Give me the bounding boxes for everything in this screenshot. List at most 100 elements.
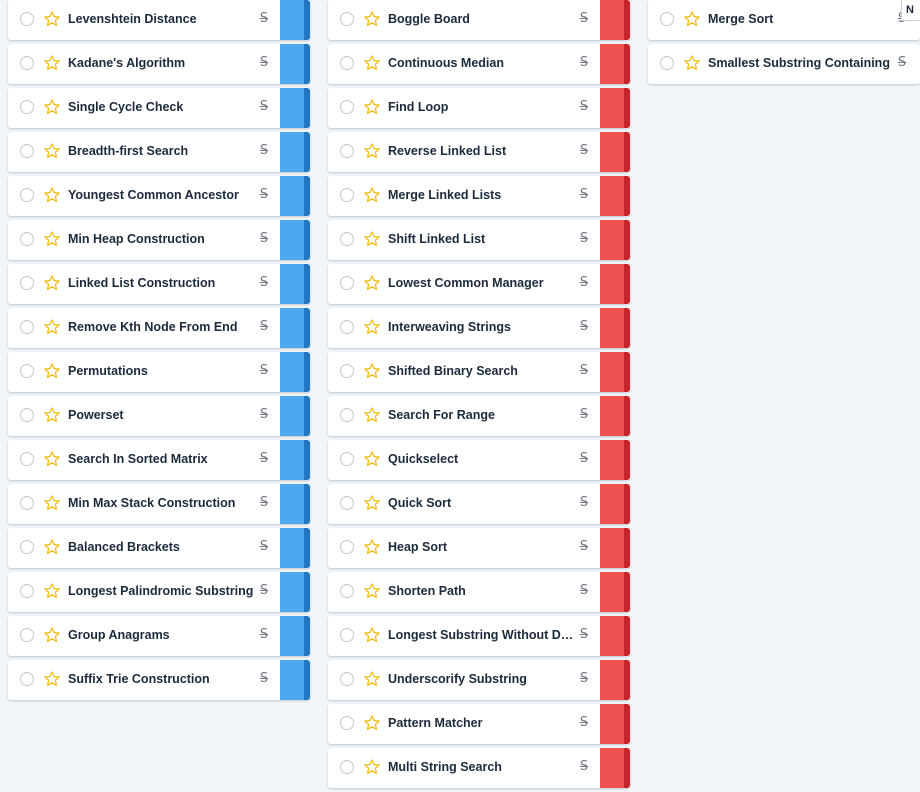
- completion-circle-icon[interactable]: [660, 56, 674, 70]
- star-icon[interactable]: [363, 318, 381, 336]
- star-icon[interactable]: [43, 582, 61, 600]
- completion-circle-icon[interactable]: [20, 100, 34, 114]
- strikethrough-icon[interactable]: S: [576, 582, 592, 600]
- completion-circle-icon[interactable]: [340, 672, 354, 686]
- star-icon[interactable]: [363, 758, 381, 776]
- question-card[interactable]: Min Heap Construction S: [8, 220, 310, 260]
- question-card[interactable]: Kadane's Algorithm S: [8, 44, 310, 84]
- strikethrough-icon[interactable]: S: [256, 186, 272, 204]
- star-icon[interactable]: [43, 362, 61, 380]
- question-card[interactable]: Powerset S: [8, 396, 310, 436]
- strikethrough-icon[interactable]: S: [256, 54, 272, 72]
- completion-circle-icon[interactable]: [660, 12, 674, 26]
- completion-circle-icon[interactable]: [20, 584, 34, 598]
- star-icon[interactable]: [363, 714, 381, 732]
- question-card[interactable]: Linked List Construction S: [8, 264, 310, 304]
- completion-circle-icon[interactable]: [340, 408, 354, 422]
- strikethrough-icon[interactable]: S: [576, 142, 592, 160]
- question-card[interactable]: Pattern Matcher S: [328, 704, 630, 744]
- star-icon[interactable]: [43, 54, 61, 72]
- star-icon[interactable]: [363, 10, 381, 28]
- completion-circle-icon[interactable]: [340, 12, 354, 26]
- strikethrough-icon[interactable]: S: [576, 406, 592, 424]
- star-icon[interactable]: [363, 450, 381, 468]
- strikethrough-icon[interactable]: S: [256, 318, 272, 336]
- strikethrough-icon[interactable]: S: [576, 362, 592, 380]
- completion-circle-icon[interactable]: [340, 628, 354, 642]
- strikethrough-icon[interactable]: S: [256, 626, 272, 644]
- strikethrough-icon[interactable]: S: [256, 670, 272, 688]
- star-icon[interactable]: [363, 582, 381, 600]
- completion-circle-icon[interactable]: [340, 540, 354, 554]
- question-card[interactable]: Longest Substring Without Du... S: [328, 616, 630, 656]
- star-icon[interactable]: [363, 98, 381, 116]
- question-card[interactable]: Single Cycle Check S: [8, 88, 310, 128]
- star-icon[interactable]: [363, 406, 381, 424]
- question-card[interactable]: Shorten Path S: [328, 572, 630, 612]
- strikethrough-icon[interactable]: S: [576, 10, 592, 28]
- star-icon[interactable]: [363, 54, 381, 72]
- question-card[interactable]: Lowest Common Manager S: [328, 264, 630, 304]
- star-icon[interactable]: [43, 274, 61, 292]
- completion-circle-icon[interactable]: [20, 56, 34, 70]
- question-card[interactable]: Levenshtein Distance S: [8, 0, 310, 40]
- question-card[interactable]: Longest Palindromic Substring S: [8, 572, 310, 612]
- completion-circle-icon[interactable]: [20, 408, 34, 422]
- star-icon[interactable]: [363, 626, 381, 644]
- strikethrough-icon[interactable]: S: [256, 274, 272, 292]
- completion-circle-icon[interactable]: [20, 232, 34, 246]
- star-icon[interactable]: [363, 494, 381, 512]
- star-icon[interactable]: [363, 274, 381, 292]
- strikethrough-icon[interactable]: S: [894, 54, 910, 72]
- star-icon[interactable]: [683, 10, 701, 28]
- corner-tab[interactable]: N: [901, 0, 920, 21]
- completion-circle-icon[interactable]: [340, 760, 354, 774]
- question-card[interactable]: Quick Sort S: [328, 484, 630, 524]
- strikethrough-icon[interactable]: S: [256, 406, 272, 424]
- strikethrough-icon[interactable]: S: [256, 494, 272, 512]
- completion-circle-icon[interactable]: [20, 452, 34, 466]
- star-icon[interactable]: [43, 142, 61, 160]
- star-icon[interactable]: [43, 494, 61, 512]
- question-card[interactable]: Merge Linked Lists S: [328, 176, 630, 216]
- completion-circle-icon[interactable]: [20, 320, 34, 334]
- star-icon[interactable]: [43, 626, 61, 644]
- strikethrough-icon[interactable]: S: [256, 450, 272, 468]
- question-card[interactable]: Boggle Board S: [328, 0, 630, 40]
- strikethrough-icon[interactable]: S: [576, 494, 592, 512]
- completion-circle-icon[interactable]: [20, 496, 34, 510]
- completion-circle-icon[interactable]: [340, 188, 354, 202]
- question-card[interactable]: Shifted Binary Search S: [328, 352, 630, 392]
- question-card[interactable]: Balanced Brackets S: [8, 528, 310, 568]
- star-icon[interactable]: [363, 362, 381, 380]
- strikethrough-icon[interactable]: S: [576, 54, 592, 72]
- star-icon[interactable]: [363, 142, 381, 160]
- strikethrough-icon[interactable]: S: [256, 10, 272, 28]
- completion-circle-icon[interactable]: [340, 364, 354, 378]
- star-icon[interactable]: [683, 54, 701, 72]
- star-icon[interactable]: [43, 230, 61, 248]
- strikethrough-icon[interactable]: S: [256, 142, 272, 160]
- question-card[interactable]: Group Anagrams S: [8, 616, 310, 656]
- completion-circle-icon[interactable]: [20, 188, 34, 202]
- strikethrough-icon[interactable]: S: [576, 450, 592, 468]
- star-icon[interactable]: [43, 10, 61, 28]
- completion-circle-icon[interactable]: [20, 672, 34, 686]
- strikethrough-icon[interactable]: S: [256, 362, 272, 380]
- strikethrough-icon[interactable]: S: [576, 274, 592, 292]
- completion-circle-icon[interactable]: [340, 452, 354, 466]
- question-card[interactable]: Reverse Linked List S: [328, 132, 630, 172]
- star-icon[interactable]: [363, 186, 381, 204]
- question-card[interactable]: Suffix Trie Construction S: [8, 660, 310, 700]
- question-card[interactable]: Multi String Search S: [328, 748, 630, 788]
- strikethrough-icon[interactable]: S: [576, 714, 592, 732]
- completion-circle-icon[interactable]: [340, 232, 354, 246]
- completion-circle-icon[interactable]: [20, 276, 34, 290]
- question-card[interactable]: Youngest Common Ancestor S: [8, 176, 310, 216]
- star-icon[interactable]: [43, 406, 61, 424]
- question-card[interactable]: Search For Range S: [328, 396, 630, 436]
- strikethrough-icon[interactable]: S: [576, 186, 592, 204]
- star-icon[interactable]: [363, 230, 381, 248]
- question-card[interactable]: Shift Linked List S: [328, 220, 630, 260]
- strikethrough-icon[interactable]: S: [576, 758, 592, 776]
